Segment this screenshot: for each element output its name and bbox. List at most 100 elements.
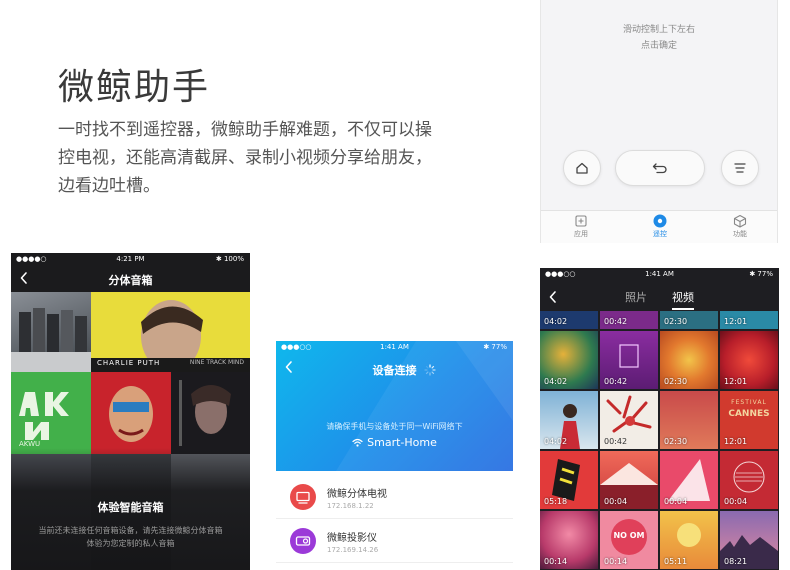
page-title: 设备连接 bbox=[372, 364, 417, 377]
video-duration: 04:02 bbox=[544, 437, 568, 446]
device-name: 微鲸分体电视 bbox=[327, 489, 387, 500]
status-time: 4:21 PM bbox=[116, 255, 145, 263]
status-time: 1:41 AM bbox=[645, 270, 674, 278]
video-thumbnail[interactable]: 00:04 bbox=[660, 451, 718, 509]
album-text: NINE TRACK MIND bbox=[189, 359, 244, 366]
nav-bar: 照片 视频 bbox=[540, 281, 779, 311]
video-duration: 05:11 bbox=[664, 557, 688, 566]
video-duration: 04:02 bbox=[544, 377, 568, 386]
cube-icon bbox=[733, 214, 747, 228]
album-tile[interactable] bbox=[171, 372, 250, 454]
tab-label: 应用 bbox=[574, 230, 588, 238]
remote-icon bbox=[653, 214, 667, 228]
home-button[interactable] bbox=[563, 150, 601, 186]
bottom-tab-bar: 应用 遥控 功能 bbox=[541, 210, 777, 243]
wifi-network: Smart-Home bbox=[276, 436, 513, 449]
battery-indicator: ✱ 77% bbox=[749, 270, 773, 278]
video-duration: 00:14 bbox=[544, 557, 568, 566]
network-hint: 请确保手机与设备处于同一WiFi网络下 bbox=[326, 422, 463, 431]
back-arrow-icon[interactable] bbox=[548, 290, 558, 304]
description-line: 边看边吐槽。 bbox=[58, 176, 160, 196]
video-art-text: FESTIVAL bbox=[731, 399, 767, 406]
touchpad-hint-line: 滑动控制上下左右 bbox=[622, 25, 695, 35]
video-thumbnail[interactable]: 05:11 bbox=[660, 511, 718, 569]
video-duration: 02:30 bbox=[664, 437, 688, 446]
status-bar: ●●●○○ 1:41 AM ✱ 77% bbox=[540, 268, 779, 281]
video-thumbnail[interactable]: 08:21 bbox=[720, 511, 778, 569]
album-text: AKWU bbox=[19, 440, 41, 448]
video-duration: 00:42 bbox=[604, 317, 628, 326]
video-thumbnail[interactable]: 04:02 bbox=[540, 331, 598, 389]
header-decoration bbox=[336, 341, 513, 471]
device-item[interactable]: 微鲸投影仪 172.169.14.26 bbox=[276, 521, 513, 563]
video-thumbnail[interactable]: 00:42 bbox=[600, 391, 658, 449]
app-title: 微鲸助手 bbox=[58, 67, 211, 108]
wifi-icon bbox=[352, 438, 363, 447]
video-thumbnail[interactable]: 12:01 bbox=[720, 331, 778, 389]
album-art bbox=[11, 308, 91, 372]
video-thumbnail[interactable]: 12:01 bbox=[720, 311, 778, 329]
video-thumbnail[interactable]: FESTIVAL CANNES 12:01 bbox=[720, 391, 778, 449]
back-icon bbox=[652, 163, 667, 174]
menu-button[interactable] bbox=[721, 150, 759, 186]
tab-label: 遥控 bbox=[653, 230, 667, 238]
battery-indicator: ✱ 100% bbox=[215, 255, 244, 263]
device-icon-badge bbox=[290, 528, 316, 554]
connect-header: ●●●○○ 1:41 AM ✱ 77% 设备连接 请确保手机与设备处于同一WiF… bbox=[276, 341, 513, 471]
back-button[interactable] bbox=[615, 150, 705, 186]
battery-indicator: ✱ 77% bbox=[483, 343, 507, 351]
touchpad-hint-line: 点击确定 bbox=[640, 41, 677, 51]
tab-apps[interactable]: 应用 bbox=[551, 214, 611, 239]
video-thumbnail[interactable]: 04:02 bbox=[540, 391, 598, 449]
video-duration: 00:14 bbox=[604, 557, 628, 566]
touchpad-hint[interactable]: 滑动控制上下左右 点击确定 bbox=[541, 22, 777, 54]
video-duration: 00:42 bbox=[604, 437, 628, 446]
video-duration: 12:01 bbox=[724, 437, 748, 446]
album-art bbox=[179, 380, 231, 446]
active-tab-indicator bbox=[672, 308, 694, 310]
empty-state-line: 当前还未连接任何音箱设备，请先连接微鲸分体音箱 bbox=[38, 526, 223, 535]
video-thumbnail[interactable]: 02:30 bbox=[660, 331, 718, 389]
apps-icon bbox=[575, 215, 587, 227]
video-thumbnail[interactable]: 00:14 bbox=[540, 511, 598, 569]
device-item[interactable]: 微鲸分体电视 172.168.1.22 bbox=[276, 477, 513, 519]
device-icon-badge bbox=[290, 484, 316, 510]
tab-photos[interactable]: 照片 bbox=[625, 289, 647, 305]
video-thumbnail[interactable]: 02:30 bbox=[660, 391, 718, 449]
empty-state-text: 当前还未连接任何音箱设备，请先连接微鲸分体音箱 体验为您定制的私人音箱 bbox=[11, 524, 250, 550]
tab-remote[interactable]: 遥控 bbox=[630, 214, 690, 239]
app-description: 一时找不到遥控器，微鲸助手解难题，不仅可以操 控电视，还能高清截屏、录制小视频分… bbox=[58, 116, 478, 200]
video-duration: 12:01 bbox=[724, 377, 748, 386]
video-thumbnail[interactable]: 00:04 bbox=[720, 451, 778, 509]
device-name: 微鲸投影仪 bbox=[327, 533, 377, 544]
album-tile[interactable] bbox=[91, 372, 171, 454]
video-art-text: NO OM bbox=[613, 531, 645, 540]
album-tile[interactable]: CHARLIE PUTH NINE TRACK MIND bbox=[91, 292, 250, 372]
video-duration: 00:42 bbox=[604, 377, 628, 386]
page-title: 分体音箱 bbox=[108, 274, 153, 287]
empty-state-line: 体验为您定制的私人音箱 bbox=[86, 539, 175, 548]
video-duration: 02:30 bbox=[664, 317, 688, 326]
tab-videos[interactable]: 视频 bbox=[672, 289, 694, 305]
nav-bar: 分体音箱 bbox=[11, 266, 250, 292]
video-thumbnail[interactable]: 00:04 bbox=[600, 451, 658, 509]
album-tile[interactable] bbox=[11, 292, 91, 372]
tab-label: 功能 bbox=[733, 230, 747, 238]
wifi-name: Smart-Home bbox=[367, 436, 437, 449]
video-duration: 02:30 bbox=[664, 377, 688, 386]
tab-functions[interactable]: 功能 bbox=[710, 214, 770, 239]
video-duration: 00:04 bbox=[664, 497, 688, 506]
video-thumbnail[interactable]: 02:30 bbox=[660, 311, 718, 329]
menu-icon bbox=[734, 163, 746, 173]
video-thumbnail[interactable]: 04:02 bbox=[540, 311, 598, 329]
video-thumbnail[interactable]: 00:42 bbox=[600, 331, 658, 389]
device-connect-screen: ●●●○○ 1:41 AM ✱ 77% 设备连接 请确保手机与设备处于同一WiF… bbox=[276, 341, 513, 570]
video-duration: 05:18 bbox=[544, 497, 568, 506]
gallery-phone-screen: ●●●○○ 1:41 AM ✱ 77% 照片 视频 04:02 00:42 02… bbox=[540, 268, 779, 570]
empty-state-heading: 体验智能音箱 bbox=[97, 501, 164, 514]
video-thumbnail[interactable]: 00:42 bbox=[600, 311, 658, 329]
status-bar: ●●●●○ 4:21 PM ✱ 100% bbox=[11, 253, 250, 266]
video-thumbnail[interactable]: NO OM 00:14 bbox=[600, 511, 658, 569]
video-thumbnail[interactable]: 05:18 bbox=[540, 451, 598, 509]
album-tile[interactable]: AKWU bbox=[11, 372, 91, 454]
